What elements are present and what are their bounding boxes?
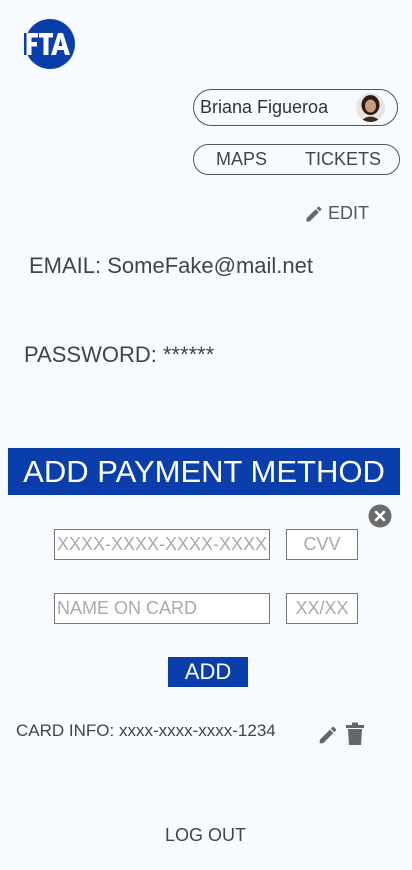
saved-card-info: CARD INFO: xxxx-xxxx-xxxx-1234 (16, 721, 276, 740)
pencil-icon (319, 726, 337, 744)
edit-card-button[interactable] (317, 724, 339, 746)
user-name: Briana Figueroa (200, 97, 329, 117)
main-nav: MAPS TICKETS (193, 144, 400, 175)
nav-maps-link[interactable]: MAPS (216, 149, 267, 170)
fta-logo-icon (24, 19, 75, 69)
trash-icon (346, 722, 364, 745)
add-card-button[interactable]: ADD (168, 657, 248, 687)
logout-link[interactable]: LOG OUT (165, 825, 246, 846)
fta-logo[interactable] (23, 16, 75, 72)
close-circle-icon (368, 504, 392, 528)
cvv-input[interactable] (286, 529, 358, 560)
expiry-input[interactable] (286, 593, 358, 624)
user-profile-pill[interactable]: Briana Figueroa (193, 89, 398, 126)
pencil-icon (306, 205, 322, 221)
email-display: EMAIL: SomeFake@mail.net (29, 253, 313, 278)
card-number-input[interactable] (54, 529, 270, 560)
user-avatar (356, 93, 385, 122)
name-on-card-input[interactable] (54, 593, 270, 624)
edit-label: EDIT (328, 203, 370, 223)
edit-profile-button[interactable]: EDIT (304, 203, 369, 224)
password-display: PASSWORD: ****** (24, 342, 215, 367)
nav-tickets-link[interactable]: TICKETS (305, 149, 381, 170)
delete-card-button[interactable] (345, 722, 365, 746)
close-payment-form-button[interactable] (368, 504, 392, 528)
add-payment-method-title: ADD PAYMENT METHOD (8, 448, 400, 495)
